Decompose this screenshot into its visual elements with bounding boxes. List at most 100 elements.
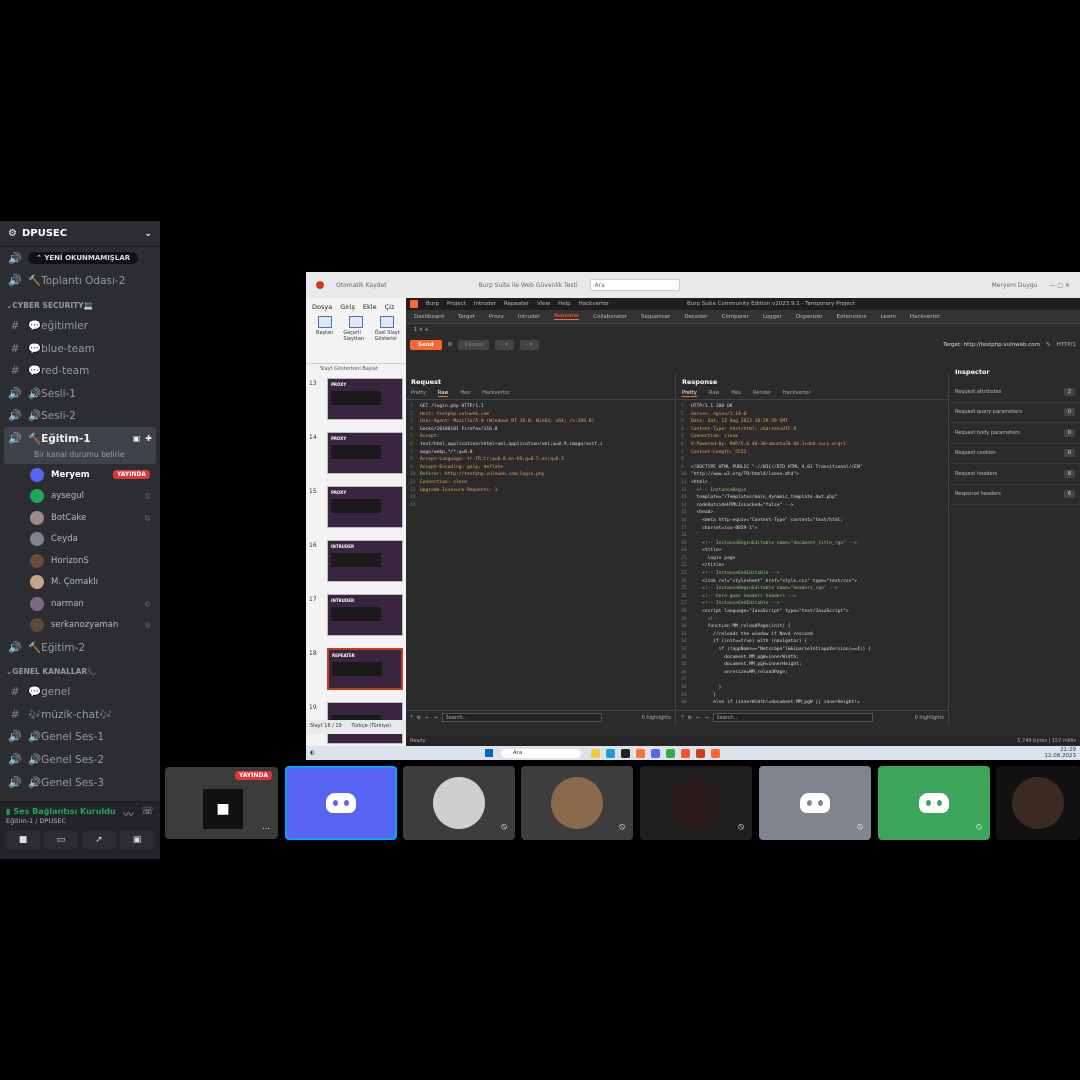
powerpoint-icon[interactable] xyxy=(695,748,705,758)
burp-tab-hackvertor[interactable]: Hackvertor xyxy=(910,314,940,320)
burp-tab-repeater[interactable]: Repeater xyxy=(554,313,580,320)
settings-icon[interactable]: ⚙ xyxy=(448,342,453,348)
burp-menu-item[interactable]: Repeater xyxy=(504,301,529,307)
voice-user[interactable]: narman ⦸ xyxy=(0,593,160,615)
forward-icon[interactable]: → xyxy=(704,715,708,721)
send-button[interactable]: Send xyxy=(410,340,442,350)
forward-icon[interactable]: → xyxy=(433,715,437,721)
help-icon[interactable]: ? xyxy=(410,715,413,721)
category-cyber-security[interactable]: ⌄ CYBER SECURITY💻 xyxy=(0,296,160,314)
slide-thumbnail[interactable]: 17 INTRUDER xyxy=(306,594,406,648)
add-user-icon[interactable]: ✚ xyxy=(145,434,152,443)
burp-icon[interactable] xyxy=(710,748,720,758)
burp-tab-logger[interactable]: Logger xyxy=(763,314,782,320)
inspector-row[interactable]: Request attributes 2 xyxy=(950,382,1080,403)
channel-general-0[interactable]: # 💬genel xyxy=(0,680,160,703)
dell-icon[interactable] xyxy=(620,748,630,758)
voice-user[interactable]: Ceyda xyxy=(0,528,160,550)
request-tab[interactable]: Hex xyxy=(460,390,470,397)
stream-preview-tile[interactable]: YAYINDA ■ ⋯ xyxy=(165,767,278,839)
camera-button[interactable]: ■ xyxy=(6,831,40,849)
participant-tile[interactable]: ⦸ xyxy=(640,766,752,840)
burp-menu-item[interactable]: Help xyxy=(558,301,571,307)
back-icon[interactable]: ← xyxy=(696,715,700,721)
inspector-row[interactable]: Response headers 6 xyxy=(950,485,1080,505)
cancel-button[interactable]: Cancel xyxy=(458,340,490,350)
channel-status-hint[interactable]: Bir kanal durumu belirle xyxy=(4,449,156,464)
burp-menu-item[interactable]: Project xyxy=(447,301,466,307)
new-unread-row[interactable]: 🔊 ⌃ YENİ OKUNMAMIŞLAR xyxy=(0,247,160,270)
burp-menu-item[interactable]: Burp xyxy=(426,301,439,307)
widgets-icon[interactable]: ◐ xyxy=(310,750,315,756)
request-editor[interactable]: 1 GET /login.php HTTP/1.1 2 Host: testphp.v… xyxy=(406,400,675,512)
voice-user[interactable]: aysegul ⦸ xyxy=(0,485,160,507)
channel-egitim-1[interactable]: 🔊 🔨Eğitim-1 ▣ ✚ xyxy=(4,427,156,450)
voice-user[interactable]: serkanozyaman ⦸ xyxy=(0,614,160,636)
channel-cyber-4[interactable]: 🔊 🔊Sesli-2 xyxy=(0,405,160,428)
ppt-menu-item[interactable]: Çiz xyxy=(385,303,395,311)
voice-user[interactable]: BotCake ⦸ xyxy=(0,507,160,529)
explorer-icon[interactable] xyxy=(590,748,600,758)
participant-tile[interactable]: ⦸ xyxy=(759,766,871,840)
category-general[interactable]: ⌄ GENEL KANALLAR📞 xyxy=(0,662,160,680)
ribbon-ozel[interactable]: Özel Slayt Gösterisi xyxy=(375,316,400,361)
burp-tab-dashboard[interactable]: Dashboard xyxy=(414,314,444,320)
ribbon-gecerli[interactable]: Geçerli Slayttan xyxy=(343,316,368,361)
history-forward-button[interactable]: › ▾ xyxy=(519,340,539,350)
channel-egitim-2[interactable]: 🔊 🔨Eğitim-2 xyxy=(0,636,160,659)
new-unread-pill[interactable]: ⌃ YENİ OKUNMAMIŞLAR xyxy=(28,252,139,265)
response-search-input[interactable]: Search... xyxy=(712,713,873,722)
response-tab[interactable]: Hex xyxy=(731,390,741,397)
shared-screen-stream[interactable]: Otomatik Kaydet Burp Suite ile Web Güven… xyxy=(306,272,1080,760)
settings-icon[interactable]: ⚙ xyxy=(417,715,421,721)
edge-icon[interactable] xyxy=(605,748,615,758)
voice-user[interactable]: HorizonS xyxy=(0,550,160,572)
activity-button[interactable]: ➚ xyxy=(82,831,116,849)
ppt-menu-item[interactable]: Ekle xyxy=(363,303,377,311)
ribbon-baştan[interactable]: Baştan xyxy=(312,316,337,361)
voice-user[interactable]: M. Çomaklı xyxy=(0,571,160,593)
discord-icon[interactable] xyxy=(650,748,660,758)
burp-tab-learn[interactable]: Learn xyxy=(881,314,896,320)
participant-tile[interactable]: ⦸ xyxy=(403,766,515,840)
burp-tab-intruder[interactable]: Intruder xyxy=(518,314,540,320)
participant-tile[interactable]: ⦸ xyxy=(521,766,633,840)
burp-tab-proxy[interactable]: Proxy xyxy=(489,314,504,320)
burp-menu-item[interactable]: Hackvertor xyxy=(579,301,609,307)
burp-tab-target[interactable]: Target xyxy=(458,314,475,320)
burp-tab-collaborator[interactable]: Collaborator xyxy=(593,314,627,320)
inspector-row[interactable]: Request query parameters 0 xyxy=(950,403,1080,423)
request-search-input[interactable]: Search... xyxy=(441,713,602,722)
back-icon[interactable]: ← xyxy=(425,715,429,721)
burp-menu-item[interactable]: Intruder xyxy=(474,301,496,307)
response-tab[interactable]: Hackvertor xyxy=(783,390,811,397)
history-back-button[interactable]: ‹ ▾ xyxy=(495,340,514,350)
participant-tile[interactable] xyxy=(285,766,397,840)
inspector-row[interactable]: Request cookies 0 xyxy=(950,444,1080,464)
response-tab[interactable]: Pretty xyxy=(682,390,697,397)
burp-menu-item[interactable]: View xyxy=(537,301,550,307)
ppt-menu-item[interactable]: Dosya xyxy=(312,303,332,311)
participant-tile[interactable] xyxy=(996,766,1080,840)
noise-suppression-icon[interactable]: 〰 xyxy=(123,806,133,821)
burp-tab-decoder[interactable]: Decoder xyxy=(684,314,707,320)
request-tab[interactable]: Hackvertor xyxy=(482,390,510,397)
windows-start-icon[interactable] xyxy=(484,749,493,757)
burp-tab-extensions[interactable]: Extensions xyxy=(837,314,867,320)
burp-tab-organizer[interactable]: Organizer xyxy=(796,314,823,320)
screen-share-button[interactable]: ▭ xyxy=(44,831,78,849)
voice-user[interactable]: Meryem YAYINDA xyxy=(0,464,160,486)
channel-general-4[interactable]: 🔊 🔊Genel Ses-3 xyxy=(0,771,160,794)
response-tab[interactable]: Render xyxy=(753,390,771,397)
chrome-icon[interactable] xyxy=(665,748,675,758)
channel-cyber-0[interactable]: # 💬eğitimler xyxy=(0,314,160,337)
channel-general-3[interactable]: 🔊 🔊Genel Ses-2 xyxy=(0,748,160,771)
repeater-subtabs[interactable]: 1 × + xyxy=(406,324,1080,337)
channel-toplanti[interactable]: 🔊 🔨Toplantı Odası-2 xyxy=(0,270,160,293)
request-tab[interactable]: Pretty xyxy=(411,390,426,397)
edit-icon[interactable]: ✎ xyxy=(1046,342,1051,348)
disconnect-icon[interactable]: ☏ xyxy=(141,806,154,821)
firefox-icon[interactable] xyxy=(635,748,645,758)
help-icon[interactable]: ? xyxy=(681,715,684,721)
channel-general-2[interactable]: 🔊 🔊Genel Ses-1 xyxy=(0,726,160,749)
